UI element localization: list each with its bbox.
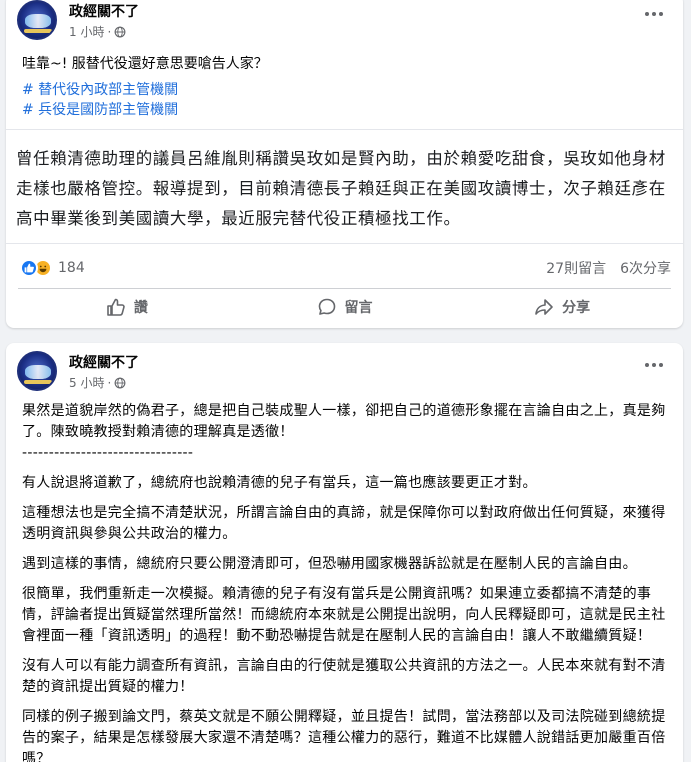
globe-icon — [114, 26, 126, 37]
caption-text: 哇靠~! 服替代役還好意思要嗆告人家？ — [22, 56, 268, 72]
post-actions: 讚 留言 分享 — [18, 288, 671, 324]
post-time[interactable]: 5 小時 — [69, 374, 104, 391]
reactions-summary[interactable]: 184 — [20, 257, 85, 279]
post-caption: 哇靠~! 服替代役還好意思要嗆告人家？ # 替代役內政部主管機關 # 兵役是國防… — [22, 54, 667, 120]
post-paragraph: 這種想法也是完全搞不清楚狀況，所謂言論自由的真諦，就是保障你可以對政府做出任何質… — [22, 505, 666, 542]
post-paragraph: 同樣的例子搬到論文門，蔡英文就是不願公開釋疑，並且提告！試問，當法務部以及司法院… — [22, 709, 666, 762]
post-paragraph: 沒有人可以有能力調查所有資訊，言論自由的行使就是獲取公共資訊的方法之一。人民本來… — [22, 658, 666, 695]
page-name[interactable]: 政經關不了 — [69, 1, 139, 21]
divider-line: -------------------------------- — [22, 445, 194, 461]
hashtag-link[interactable]: # 替代役內政部主管機關 — [22, 80, 667, 100]
meta-separator: · — [107, 24, 112, 39]
post-header: 政經關不了 5 小時 · — [17, 351, 672, 401]
globe-icon — [114, 377, 126, 388]
share-label: 分享 — [562, 299, 591, 316]
comment-icon — [318, 298, 335, 315]
post-meta: 5 小時 · — [69, 374, 126, 391]
post-header: 政經關不了 1 小時 · — [17, 0, 672, 50]
like-reaction-icon — [20, 259, 38, 277]
shared-text-preview[interactable]: 曾任賴清德助理的議員呂維胤則稱讚吳玫如是賢內助，由於賴愛吃甜食，吳玫如他身材走樣… — [6, 129, 683, 244]
avatar[interactable] — [17, 0, 57, 40]
preview-text: 曾任賴清德助理的議員呂維胤則稱讚吳玫如是賢內助，由於賴愛吃甜食，吳玫如他身材走樣… — [16, 149, 666, 228]
reaction-count: 184 — [58, 260, 85, 276]
more-options-icon[interactable] — [640, 2, 668, 26]
post-paragraph: 很簡單，我們重新走一次模擬。賴清德的兒子有沒有當兵是公開資訊嗎？如果連立委都搞不… — [22, 586, 666, 644]
thumbs-up-icon — [107, 298, 125, 316]
share-button[interactable]: 分享 — [453, 289, 671, 324]
share-icon — [535, 298, 553, 315]
post-body: 果然是道貌岸然的偽君子，總是把自己裝成聖人一樣，卻把自己的道德形象擺在言論自由之… — [22, 401, 670, 762]
page-name[interactable]: 政經關不了 — [69, 352, 139, 372]
post-paragraph: 遇到這樣的事情，總統府只要公開澄清即可，但恐嚇用國家機器訴訟就是在壓制人民的言論… — [22, 556, 637, 572]
share-count[interactable]: 6次分享 — [620, 258, 671, 278]
comment-count[interactable]: 27則留言 — [546, 258, 606, 278]
comment-label: 留言 — [344, 299, 373, 316]
like-button[interactable]: 讚 — [18, 289, 236, 324]
post-meta: 1 小時 · — [69, 23, 126, 40]
avatar[interactable] — [17, 351, 57, 391]
post-paragraph: 有人說退將道歉了，總統府也說賴清德的兒子有當兵，這一篇也應該要更正才對。 — [22, 475, 537, 491]
post-stats: 27則留言 6次分享 — [546, 257, 671, 279]
hashtag-link[interactable]: # 兵役是國防部主管機關 — [22, 100, 667, 120]
comment-button[interactable]: 留言 — [236, 289, 454, 324]
more-options-icon[interactable] — [640, 353, 668, 377]
post-card-2: 政經關不了 5 小時 · 果然是道貌岸然的偽君子，總是把自己裝成聖人一樣，卻把自… — [6, 343, 683, 762]
like-label: 讚 — [133, 299, 148, 316]
post-card-1: 政經關不了 1 小時 · 哇靠~! 服替代役還好意思要嗆告人家？ # 替代役內政… — [6, 0, 683, 328]
meta-separator: · — [107, 375, 112, 390]
post-paragraph: 果然是道貌岸然的偽君子，總是把自己裝成聖人一樣，卻把自己的道德形象擺在言論自由之… — [22, 403, 666, 440]
post-time[interactable]: 1 小時 — [69, 23, 104, 40]
